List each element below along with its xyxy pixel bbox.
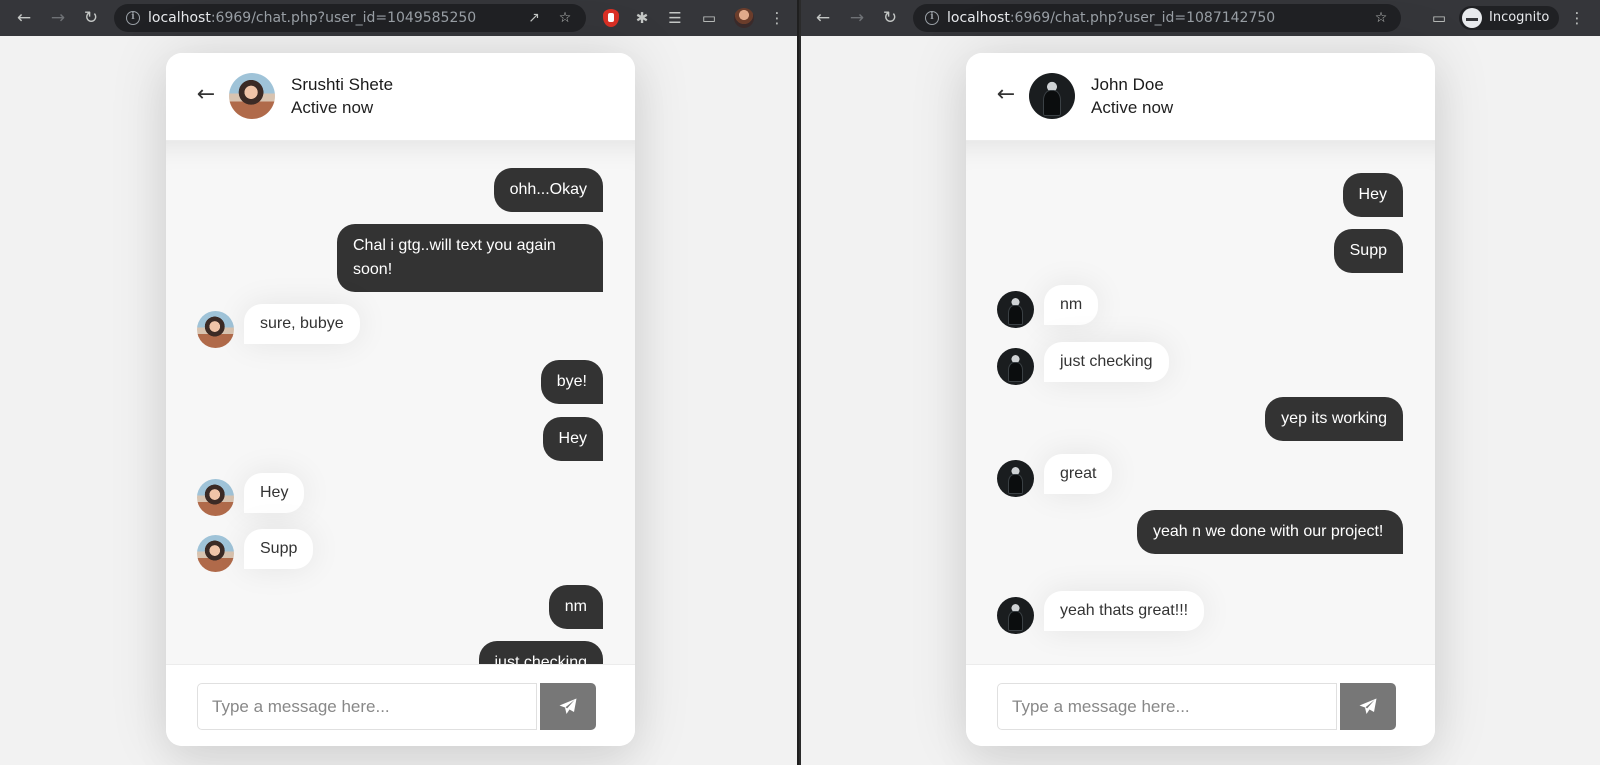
back-arrow-icon[interactable]: ← <box>811 6 835 30</box>
message-avatar <box>997 291 1034 328</box>
message-outgoing: Supp <box>1333 229 1403 273</box>
message-incoming: sure, bubye <box>244 304 360 344</box>
url-text[interactable]: localhost:6969/chat.php?user_id=10495852… <box>148 4 476 32</box>
forward-arrow-icon[interactable]: → <box>845 6 869 30</box>
message-outgoing: Hey <box>542 417 603 461</box>
address-bar[interactable]: i localhost:6969/chat.php?user_id=104958… <box>114 4 586 32</box>
send-button[interactable] <box>1340 683 1396 730</box>
bookmark-star-icon[interactable]: ☆ <box>1371 8 1391 28</box>
bookmark-star-icon[interactable]: ☆ <box>555 8 575 28</box>
chat-header: ← John Doe Active now <box>966 53 1435 141</box>
message-incoming: great <box>1044 454 1113 494</box>
info-icon[interactable]: i <box>925 11 939 25</box>
page-content: ← Srushti Shete Active now ohh...Okay Ch… <box>0 36 797 765</box>
contact-status: Active now <box>1091 98 1174 117</box>
message-avatar <box>997 460 1034 497</box>
page-content: ← John Doe Active now Hey Supp nm just c… <box>801 36 1600 765</box>
contact-name: John Doe <box>1091 75 1164 94</box>
message-incoming: Supp <box>244 529 314 569</box>
address-bar[interactable]: i localhost:6969/chat.php?user_id=108714… <box>913 4 1401 32</box>
message-outgoing: bye! <box>540 360 603 404</box>
media-queue-icon[interactable]: ☰ <box>663 6 687 30</box>
paper-plane-icon <box>1359 698 1377 714</box>
contact-status: Active now <box>291 98 374 117</box>
browser-window-right: ← → ↻ i localhost:6969/chat.php?user_id=… <box>801 0 1600 765</box>
extensions-puzzle-icon[interactable]: ✱ <box>630 6 654 30</box>
contact-avatar <box>1029 73 1075 119</box>
browser-window-left: ← → ↻ i localhost:6969/chat.php?user_id=… <box>0 0 799 765</box>
side-panel-icon[interactable]: ▭ <box>1427 6 1451 30</box>
message-outgoing: ohh...Okay <box>493 168 603 212</box>
message-incoming: nm <box>1044 285 1099 325</box>
message-incoming: yeah thats great!!! <box>1044 591 1205 631</box>
message-outgoing: yeah n we done with our project! <box>1137 510 1403 554</box>
chat-window: ← Srushti Shete Active now ohh...Okay Ch… <box>166 53 635 746</box>
message-incoming: Hey <box>244 473 305 513</box>
message-composer <box>166 664 635 746</box>
back-arrow-icon[interactable]: ← <box>194 83 218 107</box>
message-input[interactable] <box>997 683 1337 730</box>
extension-shield-icon[interactable] <box>603 9 619 27</box>
message-avatar <box>197 479 234 516</box>
message-outgoing: Hey <box>1342 173 1403 217</box>
message-composer <box>966 664 1435 746</box>
incognito-badge[interactable]: Incognito <box>1459 6 1560 30</box>
browser-toolbar: ← → ↻ i localhost:6969/chat.php?user_id=… <box>0 0 797 36</box>
message-avatar <box>997 348 1034 385</box>
menu-kebab-icon[interactable]: ⋮ <box>765 6 789 30</box>
url-text[interactable]: localhost:6969/chat.php?user_id=10871427… <box>947 4 1275 32</box>
message-outgoing: nm <box>548 585 603 629</box>
menu-kebab-icon[interactable]: ⋮ <box>1565 6 1589 30</box>
reload-icon[interactable]: ↻ <box>878 6 902 30</box>
message-avatar <box>997 597 1034 634</box>
message-input[interactable] <box>197 683 537 730</box>
paper-plane-icon <box>559 698 577 714</box>
send-button[interactable] <box>540 683 596 730</box>
message-avatar <box>197 311 234 348</box>
profile-avatar-icon[interactable] <box>734 8 754 28</box>
message-outgoing: yep its working <box>1265 397 1403 441</box>
browser-toolbar: ← → ↻ i localhost:6969/chat.php?user_id=… <box>801 0 1600 36</box>
back-arrow-icon[interactable]: ← <box>994 83 1018 107</box>
message-incoming: just checking <box>1044 342 1169 382</box>
share-icon[interactable]: ↗ <box>524 8 544 28</box>
back-arrow-icon[interactable]: ← <box>12 6 36 30</box>
info-icon[interactable]: i <box>126 11 140 25</box>
incognito-icon <box>1462 8 1482 28</box>
contact-avatar <box>229 73 275 119</box>
message-avatar <box>197 535 234 572</box>
chat-messages[interactable]: Hey Supp nm just checking yep its workin… <box>966 141 1435 717</box>
chat-messages[interactable]: ohh...Okay Chal i gtg..will text you aga… <box>166 141 635 717</box>
message-outgoing: Chal i gtg..will text you again soon! <box>337 224 603 292</box>
side-panel-icon[interactable]: ▭ <box>697 6 721 30</box>
forward-arrow-icon[interactable]: → <box>46 6 70 30</box>
reload-icon[interactable]: ↻ <box>79 6 103 30</box>
chat-window: ← John Doe Active now Hey Supp nm just c… <box>966 53 1435 746</box>
contact-name: Srushti Shete <box>291 75 394 94</box>
chat-header: ← Srushti Shete Active now <box>166 53 635 141</box>
